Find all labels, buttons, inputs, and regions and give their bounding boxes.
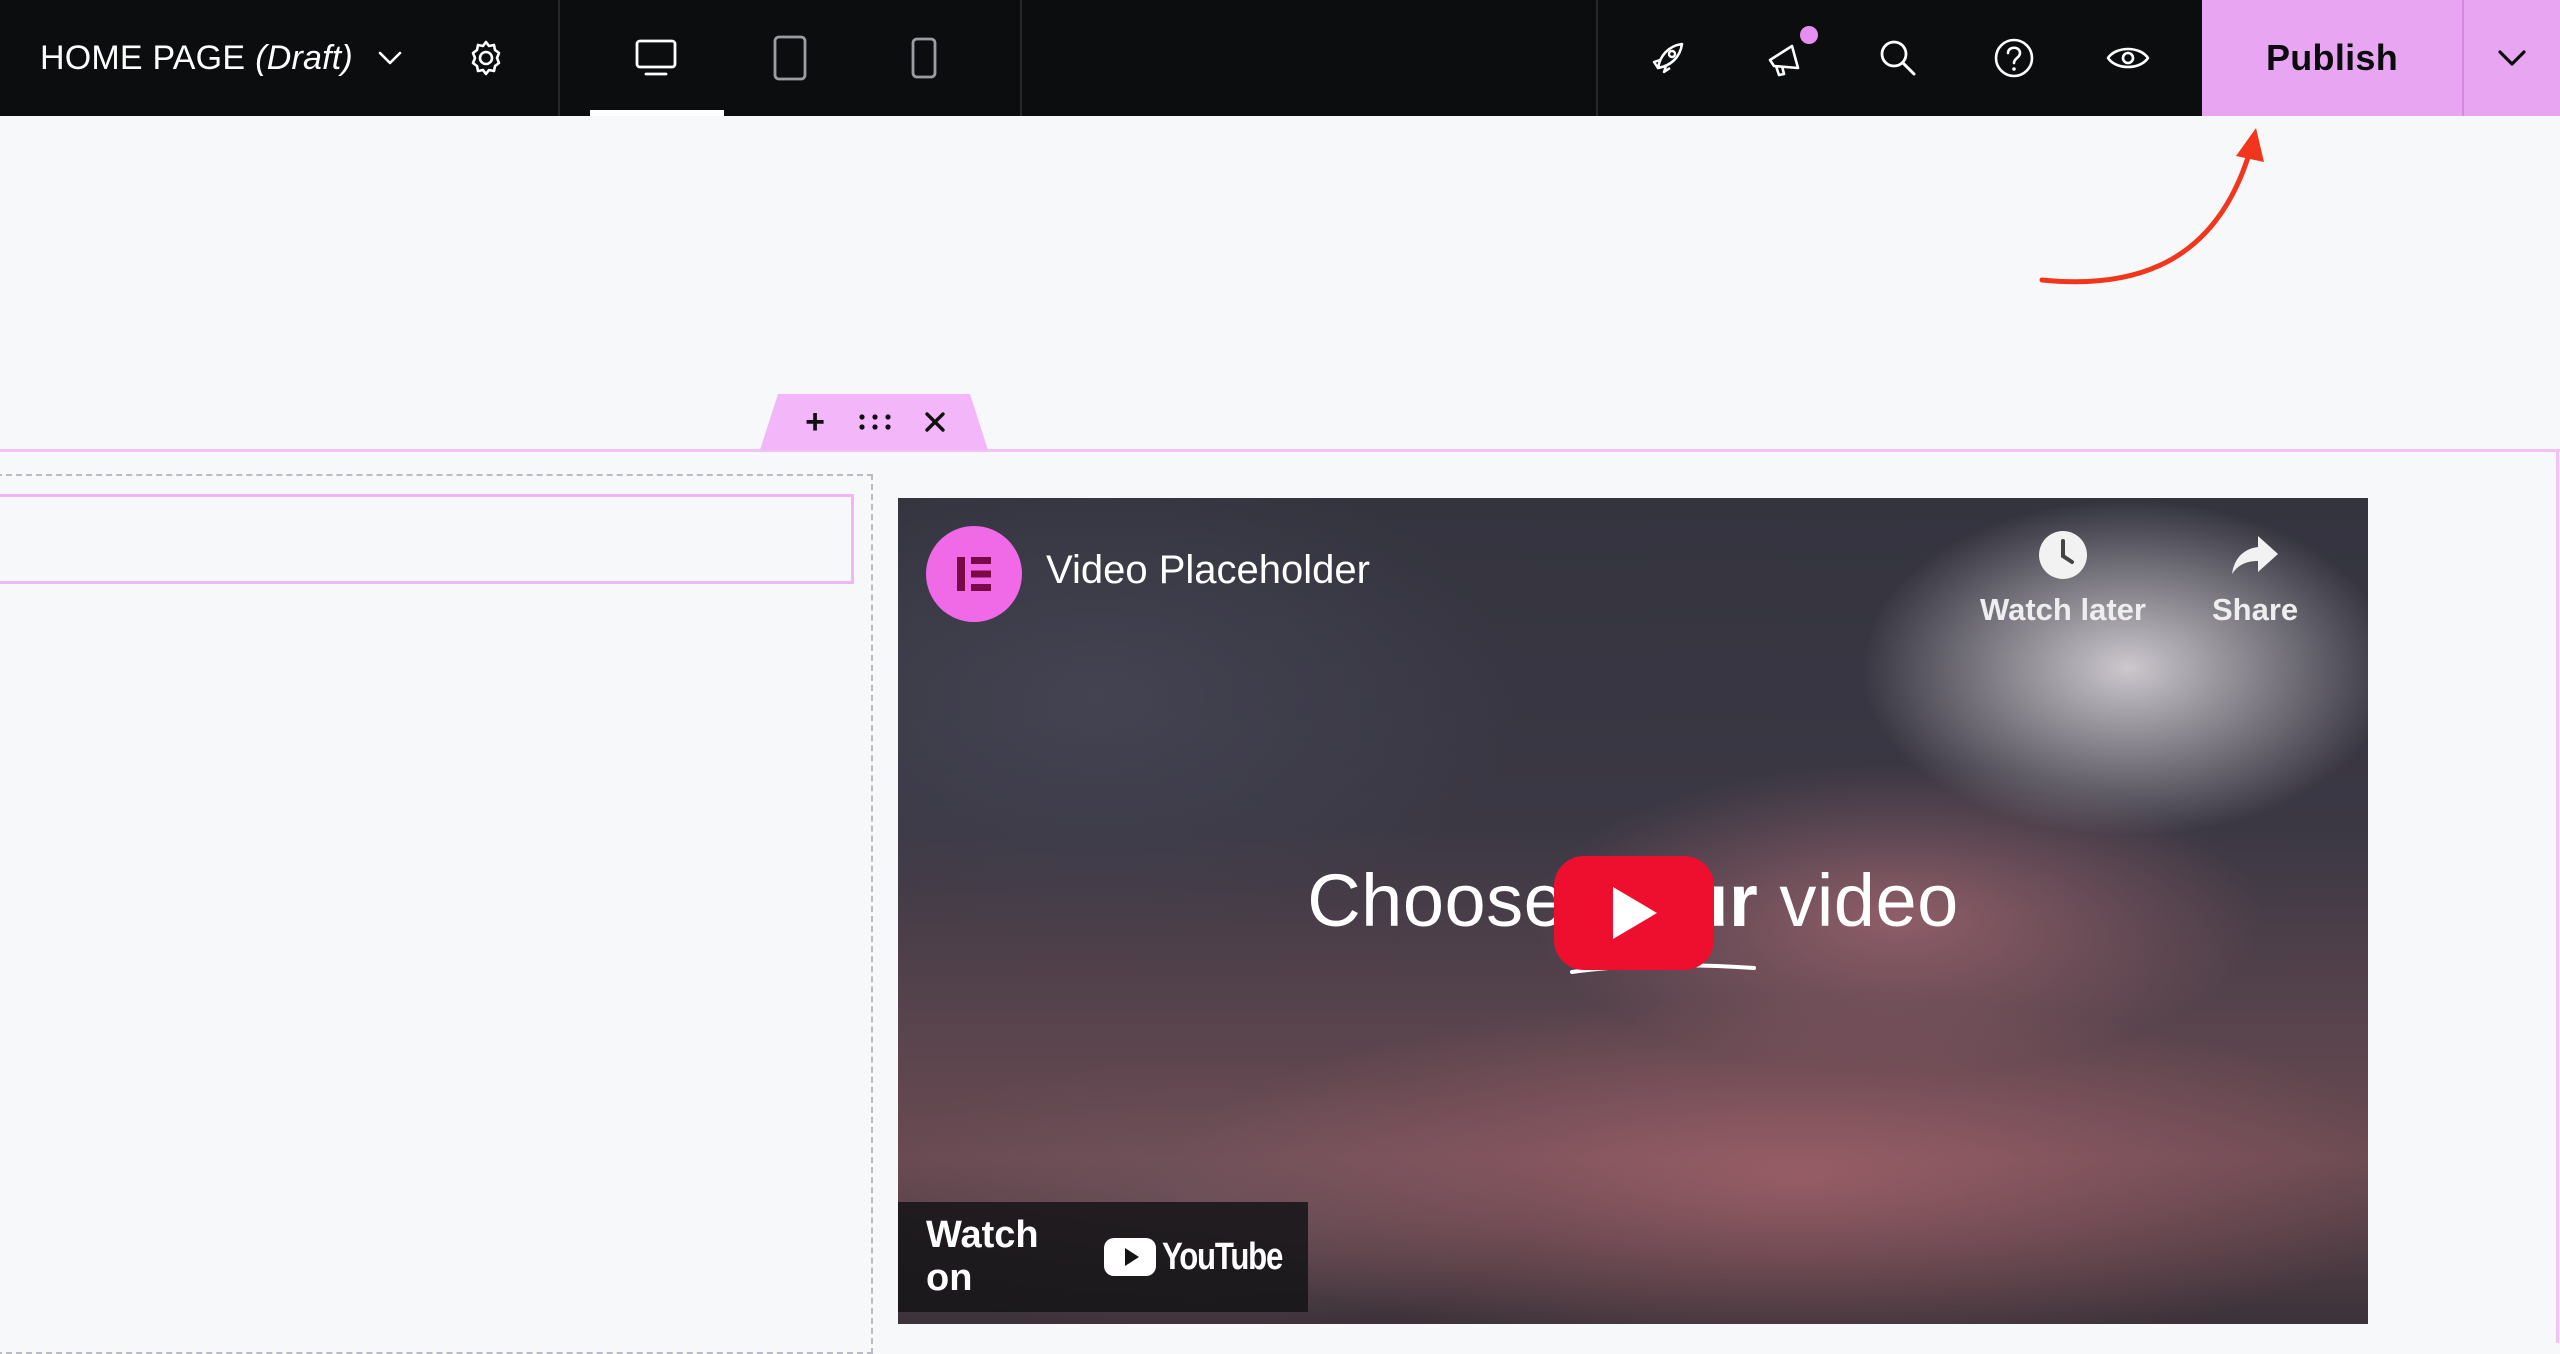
watch-later-button[interactable]: Watch later	[1980, 528, 2146, 628]
empty-widget-area[interactable]	[0, 494, 854, 584]
publish-options-button[interactable]	[2464, 0, 2560, 116]
eye-icon[interactable]	[2104, 34, 2152, 82]
tablet-icon	[773, 35, 807, 81]
video-embed[interactable]: Video Placeholder Watch later Share Choo…	[898, 498, 2368, 1324]
notification-dot	[1800, 26, 1818, 44]
search-icon[interactable]	[1874, 34, 1922, 82]
top-toolbar: HOME PAGE (Draft) Publish	[0, 0, 2560, 116]
drag-grip-icon	[859, 414, 891, 430]
share-button[interactable]: Share	[2212, 528, 2298, 628]
headline-choose: Choose	[1307, 859, 1566, 942]
device-mobile-button[interactable]	[896, 30, 952, 86]
toolbar-divider	[1596, 0, 1598, 116]
toolbar-divider	[1020, 0, 1022, 116]
desktop-icon	[635, 39, 677, 76]
mobile-icon	[911, 37, 937, 79]
help-circle-icon[interactable]	[1990, 34, 2038, 82]
video-title[interactable]: Video Placeholder	[1046, 548, 1370, 593]
page-status: (Draft)	[255, 38, 353, 77]
gear-icon[interactable]	[466, 38, 506, 78]
channel-avatar[interactable]	[926, 526, 1022, 622]
annotation-arrow	[2039, 128, 2264, 285]
share-label: Share	[2212, 592, 2299, 627]
youtube-logo: YouTube	[1103, 1235, 1308, 1279]
watch-on-label: Watch on	[926, 1214, 1039, 1299]
publish-button[interactable]: Publish	[2202, 0, 2462, 116]
chevron-down-icon[interactable]	[374, 42, 406, 74]
rocket-icon[interactable]	[1644, 34, 1692, 82]
page-title[interactable]: HOME PAGE (Draft)	[40, 0, 353, 116]
section-outline-top	[0, 449, 2560, 452]
watch-on-youtube-link[interactable]: Watch on YouTube	[898, 1202, 1308, 1312]
toolbar-divider	[558, 0, 560, 116]
drag-section-handle[interactable]	[850, 394, 900, 450]
elementor-logo-icon	[957, 557, 991, 591]
clock-icon	[2038, 531, 2087, 579]
add-section-button[interactable]: +	[790, 394, 840, 450]
youtube-wordmark: YouTube	[1161, 1235, 1283, 1278]
share-arrow-icon	[2232, 536, 2279, 574]
delete-section-button[interactable]	[910, 394, 960, 450]
play-icon	[1613, 887, 1657, 939]
device-desktop-button[interactable]	[628, 30, 684, 86]
device-tablet-button[interactable]	[762, 30, 818, 86]
column-placeholder[interactable]	[0, 474, 873, 1354]
page-title-text: HOME PAGE	[40, 38, 246, 77]
section-outline-right	[2556, 449, 2559, 1343]
publish-label: Publish	[2265, 37, 2399, 78]
active-device-indicator	[590, 110, 724, 116]
watch-later-label: Watch later	[1980, 592, 2146, 627]
plus-icon: +	[805, 402, 825, 441]
close-icon	[925, 412, 945, 432]
chevron-down-icon	[2498, 50, 2526, 66]
section-handle: +	[760, 394, 988, 450]
play-button[interactable]	[1554, 856, 1714, 970]
youtube-play-icon	[1103, 1238, 1156, 1276]
headline-video: video	[1779, 859, 1959, 942]
